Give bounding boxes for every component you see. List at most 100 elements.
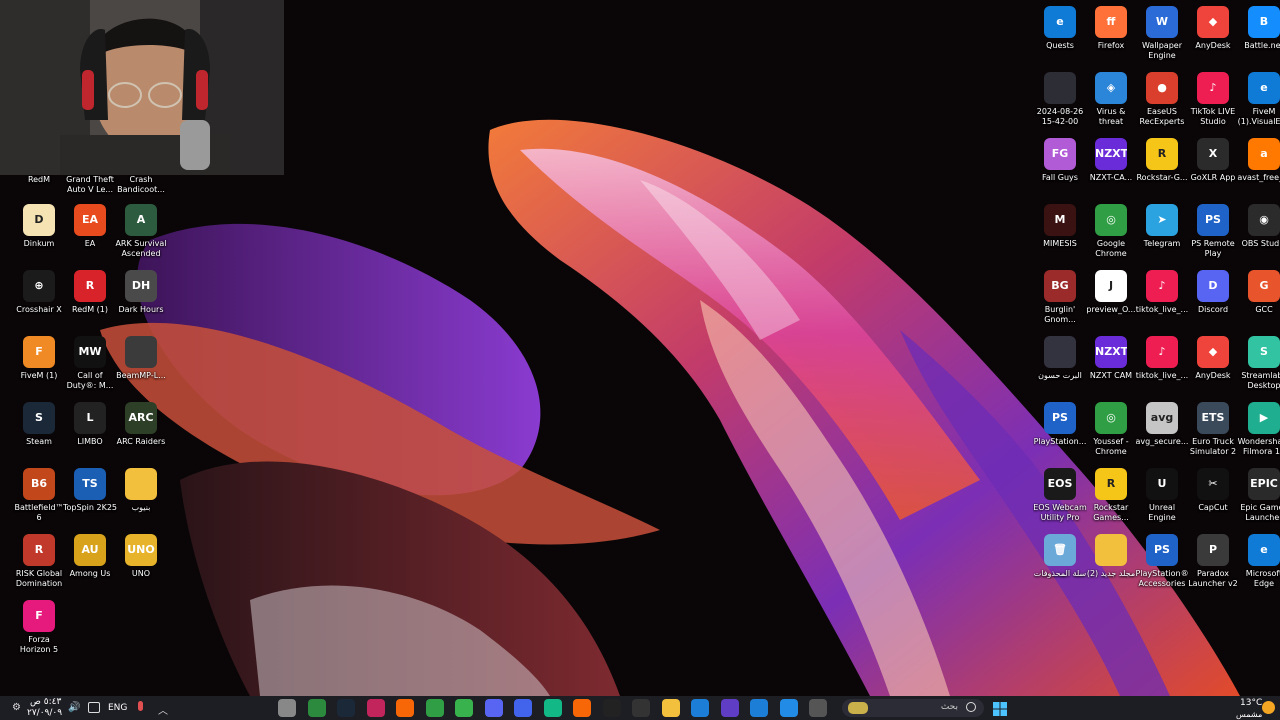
app-blue-icon[interactable] xyxy=(514,699,532,717)
windows-start-icon[interactable] xyxy=(993,701,1007,716)
desktop-icon[interactable]: 🗑 سلة المحذوفات xyxy=(1033,534,1087,579)
desktop-icon[interactable]: ♪ TikTok LIVE Studio xyxy=(1186,72,1240,127)
app-glyph: R xyxy=(1106,477,1116,490)
desktop-icon[interactable]: S Steam xyxy=(12,402,66,447)
desktop-icon[interactable]: a avast_free_... xyxy=(1237,138,1280,183)
edge-icon[interactable] xyxy=(750,699,768,717)
desktop-icon[interactable]: EA EA xyxy=(63,204,117,249)
desktop-icon[interactable]: ➤ Telegram xyxy=(1135,204,1189,249)
desktop-icon[interactable]: ♪ tiktok_live_... xyxy=(1135,270,1189,315)
taskbar-search[interactable]: بحث xyxy=(842,699,984,717)
desktop-icon[interactable]: e Microsoft Edge xyxy=(1237,534,1280,589)
obs-icon[interactable] xyxy=(632,699,650,717)
desktop-icon[interactable]: ARC ARC Raiders xyxy=(114,402,168,447)
desktop-icon[interactable]: D Dinkum xyxy=(12,204,66,249)
network-icon[interactable] xyxy=(88,702,100,713)
clock-date[interactable]: ٢٧/٠٩/٠٩ xyxy=(27,708,62,719)
desktop-icon[interactable]: EPIC Epic Games Launcher xyxy=(1237,468,1280,523)
desktop-icon[interactable]: ✂ CapCut xyxy=(1186,468,1240,513)
desktop-icon[interactable]: L LIMBO xyxy=(63,402,117,447)
desktop-icon[interactable]: AU Among Us xyxy=(63,534,117,579)
file-explorer-icon[interactable] xyxy=(661,699,680,717)
desktop-icon[interactable]: F FiveM (1) xyxy=(12,336,66,381)
desktop-icon[interactable]: X GoXLR App xyxy=(1186,138,1240,183)
microphone-icon[interactable] xyxy=(138,701,143,711)
desktop-icon[interactable]: S Streamlabs Desktop xyxy=(1237,336,1280,391)
store-icon[interactable] xyxy=(691,699,709,717)
desktop-icon[interactable]: بنيوب xyxy=(114,468,168,513)
volume-icon[interactable]: 🔊 xyxy=(68,702,80,713)
desktop-icon[interactable]: BeamMP-L... xyxy=(114,336,168,381)
desktop-icon[interactable]: ◎ Youssef - Chrome xyxy=(1084,402,1138,457)
desktop-icon[interactable]: البرت حسون xyxy=(1033,336,1087,381)
desktop-icon[interactable]: NZXT NZXT-CA... xyxy=(1084,138,1138,183)
app-icon: ◎ xyxy=(1095,402,1127,434)
firefox-icon[interactable] xyxy=(573,699,591,717)
desktop-icon[interactable]: 2024-08-26 15-42-00 xyxy=(1033,72,1087,127)
capcut-icon[interactable] xyxy=(602,699,621,717)
desktop-icon[interactable]: A ARK Survival Ascended xyxy=(114,204,168,259)
desktop-icon[interactable]: ◎ Google Chrome xyxy=(1084,204,1138,259)
language-indicator[interactable]: ENG xyxy=(108,703,127,714)
desktop-icon[interactable]: ♪ tiktok_live_... xyxy=(1135,336,1189,381)
xbox-bar-icon[interactable] xyxy=(307,699,326,717)
desktop-icon[interactable]: ◈ Virus & threat prote... xyxy=(1084,72,1138,127)
app-glyph: PS xyxy=(1154,543,1170,556)
desktop-icon[interactable]: e Quests xyxy=(1033,6,1087,51)
desktop-icon[interactable]: ● EaseUS RecExperts xyxy=(1135,72,1189,127)
desktop-icon[interactable]: e FiveM (1).VisualEl... xyxy=(1237,72,1280,127)
discord-icon[interactable] xyxy=(484,699,503,717)
desktop-icon[interactable]: (2) مجلد جديد xyxy=(1084,534,1138,579)
desktop-icon[interactable]: MW Call of Duty®: M... xyxy=(63,336,117,391)
desktop-icon[interactable]: R Rockstar-G... xyxy=(1135,138,1189,183)
desktop-icon[interactable]: ETS Euro Truck Simulator 2 xyxy=(1186,402,1240,457)
desktop-icon[interactable]: EOS EOS Webcam Utility Pro xyxy=(1033,468,1087,523)
weather-description[interactable]: مشمس xyxy=(1236,709,1262,720)
desktop-icon[interactable]: ff Firefox xyxy=(1084,6,1138,51)
desktop-icon[interactable]: UNO UNO xyxy=(114,534,168,579)
desktop-icon[interactable]: FG Fall Guys xyxy=(1033,138,1087,183)
app-icon: e xyxy=(1248,534,1280,566)
streamlabs-icon[interactable] xyxy=(543,699,562,717)
desktop-icon[interactable]: PS PlayStation... xyxy=(1033,402,1087,447)
desktop-icon[interactable]: avg avg_secure... xyxy=(1135,402,1189,447)
desktop-icon[interactable]: NZXT NZXT CAM xyxy=(1084,336,1138,381)
desktop-icon[interactable]: BG Burglin' Gnom... xyxy=(1033,270,1087,325)
desktop-icon[interactable]: ◉ OBS Studio xyxy=(1237,204,1280,249)
desktop-icon[interactable]: DH Dark Hours xyxy=(114,270,168,315)
teams-icon[interactable] xyxy=(720,699,739,717)
chrome-circle-icon[interactable] xyxy=(278,699,296,717)
desktop-icon[interactable]: W Wallpaper Engine xyxy=(1135,6,1189,61)
desktop-icon[interactable]: G GCC xyxy=(1237,270,1280,315)
desktop-icon[interactable]: R Rockstar Games... xyxy=(1084,468,1138,523)
weather-sun-icon[interactable] xyxy=(1262,701,1275,714)
desktop-icon[interactable]: ⊕ Crosshair X xyxy=(12,270,66,315)
desktop-icon[interactable]: U Unreal Engine xyxy=(1135,468,1189,523)
desktop-icon[interactable]: M MIMESIS xyxy=(1033,204,1087,249)
desktop-icon[interactable]: TS TopSpin 2K25 xyxy=(63,468,117,513)
desktop-icon[interactable]: Jpreview_O... xyxy=(1084,270,1138,315)
desktop-icon[interactable]: F Forza Horizon 5 xyxy=(12,600,66,655)
desktop-icon[interactable]: P Paradox Launcher v2 xyxy=(1186,534,1240,589)
notification-gear-icon[interactable]: ⚙ xyxy=(12,702,21,713)
steam-icon[interactable] xyxy=(337,699,355,717)
desktop-icon[interactable]: ◆ AnyDesk xyxy=(1186,6,1240,51)
weather-temp[interactable]: 13°C xyxy=(1240,698,1262,709)
desktop-icon[interactable]: ◆ AnyDesk xyxy=(1186,336,1240,381)
app-red-icon[interactable] xyxy=(366,699,385,717)
desktop-icon[interactable]: R RISK Global Domination xyxy=(12,534,66,589)
chrome-icon[interactable] xyxy=(455,699,473,717)
minecraft-icon[interactable] xyxy=(425,699,444,717)
desktop-icon[interactable]: D Discord xyxy=(1186,270,1240,315)
brave-icon[interactable] xyxy=(396,699,414,717)
clock-time[interactable]: ٥:٤٣ ص xyxy=(30,697,61,708)
show-hidden-icons-chevron-icon[interactable]: ︿ xyxy=(158,702,168,717)
desktop-icon[interactable]: ▶ Wondershare Filmora 14 xyxy=(1237,402,1280,457)
desktop-icon[interactable]: R RedM (1) xyxy=(63,270,117,315)
app-gray-icon[interactable] xyxy=(809,699,827,717)
desktop-icon[interactable]: PS PlayStation® Accessories xyxy=(1135,534,1189,589)
remote-icon[interactable] xyxy=(779,699,798,717)
desktop-icon[interactable]: PS PS Remote Play xyxy=(1186,204,1240,259)
desktop-icon[interactable]: B6 Battlefield™ 6 xyxy=(12,468,66,523)
desktop-icon[interactable]: B Battle.net xyxy=(1237,6,1280,51)
